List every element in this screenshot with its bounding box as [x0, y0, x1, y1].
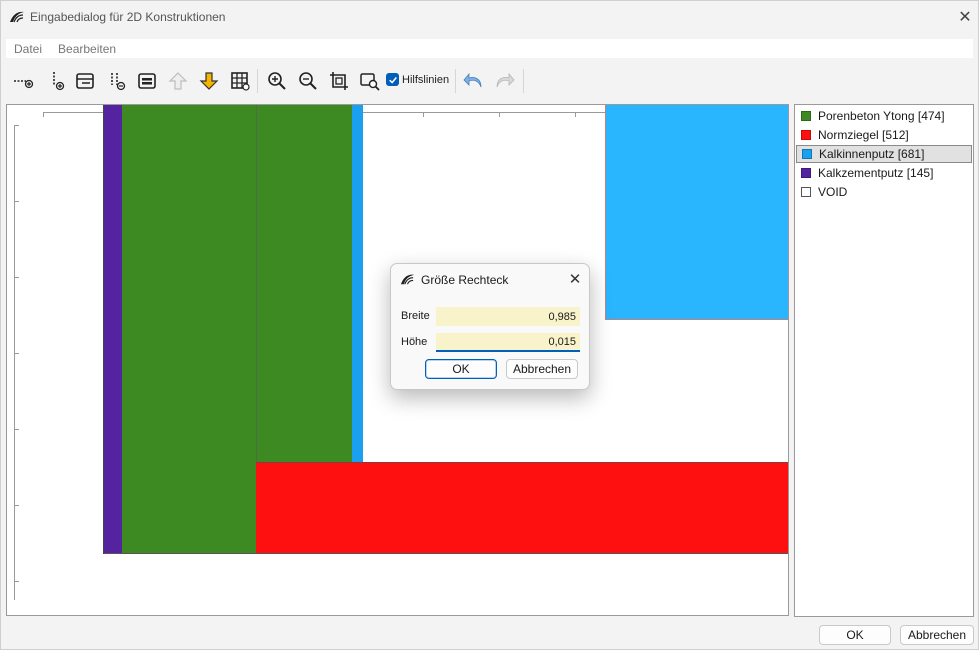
ruler-tick [14, 353, 19, 354]
ruler-tick [14, 277, 19, 278]
hoehe-label: Höhe [401, 336, 428, 348]
outline-left [103, 105, 104, 554]
color-swatch [801, 168, 811, 178]
legend-label: Kalkinnenputz [681] [819, 147, 925, 161]
footer-ok-button[interactable]: OK [819, 625, 891, 645]
ruler-tick [43, 112, 44, 117]
hilfslinien-label: Hilfslinien [402, 73, 450, 86]
layer-properties-button[interactable] [134, 67, 160, 95]
undo-icon [463, 72, 482, 88]
dialog-cancel-button[interactable]: Abbrechen [506, 359, 578, 379]
move-down-icon [199, 72, 219, 90]
legend-label: Porenbeton Ytong [474] [818, 109, 945, 123]
main-window: Eingabedialog für 2D Konstruktionen ✕ Da… [0, 0, 979, 650]
legend-item-kalkzementputz[interactable]: Kalkzementputz [145] [796, 164, 972, 182]
kalkinnenputz-layer[interactable] [352, 105, 363, 463]
hilfslinien-checkbox[interactable]: Hilfslinien [386, 73, 449, 86]
layer-properties-icon [138, 73, 156, 89]
ruler-tick [499, 112, 500, 117]
legend-item-normziegel[interactable]: Normziegel [512] [796, 126, 972, 144]
kalkzementputz-layer[interactable] [103, 105, 122, 554]
ruler-tick [14, 429, 19, 430]
ruler-tick [14, 505, 19, 506]
ruler-tick [423, 112, 424, 117]
app-logo-icon [400, 274, 415, 285]
edit-layer-icon [76, 73, 94, 89]
add-line-horizontal-button[interactable] [10, 67, 36, 95]
grid-table-icon [231, 72, 250, 91]
zoom-in-icon [268, 72, 286, 90]
normziegel-layer[interactable] [256, 462, 788, 554]
checkbox-checked-icon [386, 73, 399, 86]
toolbar: Hilfslinien [6, 67, 973, 95]
split-vertical-button[interactable] [104, 67, 130, 95]
menu-datei[interactable]: Datei [6, 42, 50, 56]
kalkinnenputz-block[interactable] [605, 105, 788, 320]
ruler-tick [14, 581, 19, 582]
move-up-icon [168, 72, 188, 90]
ruler-tick [575, 112, 576, 117]
zoom-in-button[interactable] [264, 67, 290, 95]
redo-icon [496, 72, 515, 88]
zoom-fit-button[interactable] [326, 67, 352, 95]
menu-bearbeiten[interactable]: Bearbeiten [50, 42, 124, 56]
toolbar-separator [455, 69, 456, 93]
move-down-button[interactable] [196, 67, 222, 95]
zoom-out-icon [299, 72, 317, 90]
legend-item-porenbeton[interactable]: Porenbeton Ytong [474] [796, 107, 972, 125]
window-title: Eingabedialog für 2D Konstruktionen [30, 10, 226, 24]
legend-label: VOID [818, 185, 848, 199]
breite-label: Breite [401, 310, 430, 322]
zoom-fit-icon [330, 72, 348, 90]
toolbar-separator [257, 69, 258, 93]
hoehe-input[interactable] [436, 333, 580, 352]
ruler-tick [14, 201, 19, 202]
material-legend: Porenbeton Ytong [474] Normziegel [512] … [794, 104, 974, 617]
zoom-window-icon [360, 73, 380, 91]
move-up-button[interactable] [165, 67, 191, 95]
window-close-button[interactable]: ✕ [951, 7, 979, 27]
size-rectangle-dialog: Größe Rechteck ✕ Breite Höhe OK Abbreche… [390, 263, 590, 390]
breite-input[interactable] [436, 307, 580, 326]
dialog-title: Größe Rechteck [421, 273, 509, 287]
edit-layer-button[interactable] [72, 67, 98, 95]
legend-label: Kalkzementputz [145] [818, 166, 934, 180]
legend-item-void[interactable]: VOID [796, 183, 972, 201]
legend-label: Normziegel [512] [818, 128, 909, 142]
toolbar-separator [523, 69, 524, 93]
menu-bar: Datei Bearbeiten [6, 39, 973, 58]
footer-cancel-button[interactable]: Abbrechen [900, 625, 974, 645]
split-vertical-icon [111, 73, 126, 91]
ruler-tick [14, 125, 19, 126]
close-icon: ✕ [568, 271, 582, 288]
undo-button[interactable] [460, 67, 486, 95]
guide-line [256, 105, 257, 463]
title-bar: Eingabedialog für 2D Konstruktionen ✕ [1, 1, 978, 33]
vertical-ruler [14, 125, 15, 600]
dialog-ok-button[interactable]: OK [425, 359, 497, 379]
legend-item-kalkinnenputz[interactable]: Kalkinnenputz [681] [796, 145, 972, 163]
color-swatch [802, 149, 812, 159]
color-swatch [801, 130, 811, 140]
outline-bottom [103, 553, 788, 554]
color-swatch [801, 111, 811, 121]
zoom-out-button[interactable] [295, 67, 321, 95]
add-line-vertical-button[interactable] [44, 67, 70, 95]
grid-table-button[interactable] [227, 67, 253, 95]
redo-button[interactable] [492, 67, 518, 95]
color-swatch [801, 187, 811, 197]
add-line-vertical-icon [53, 72, 65, 91]
add-line-horizontal-icon [14, 79, 34, 89]
zoom-window-button[interactable] [357, 67, 383, 95]
close-icon: ✕ [958, 9, 972, 26]
dialog-close-button[interactable]: ✕ [565, 270, 585, 288]
app-logo-icon [10, 11, 24, 23]
